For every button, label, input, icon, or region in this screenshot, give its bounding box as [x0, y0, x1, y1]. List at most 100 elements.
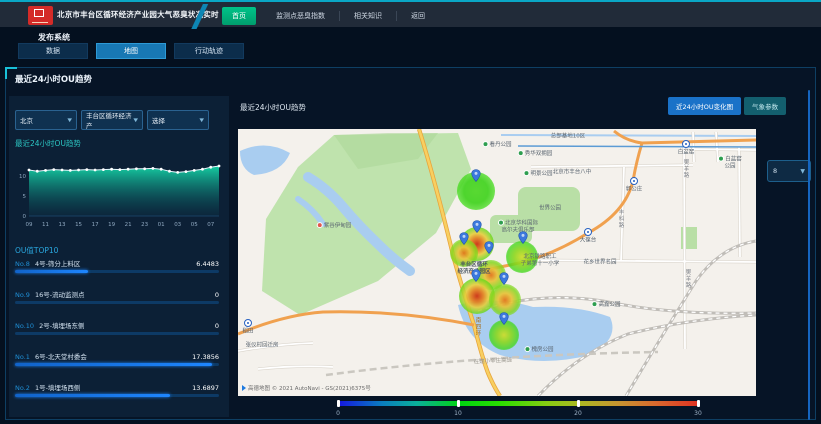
ou-value: 0: [215, 322, 219, 330]
main-panel: 最近24小时OU趋势 北京▼ 丰台区循环经济产▼ 选择▼ 最近24小时OU趋势 …: [5, 67, 816, 420]
nav-item-2[interactable]: 监测点恶臭指数: [264, 7, 337, 25]
metro-station-icon: [630, 177, 638, 185]
ou-value: 17.3856: [192, 353, 219, 361]
park-icon: [524, 346, 530, 352]
legend-tick-label: 20: [574, 410, 582, 417]
legend-tick: [697, 400, 700, 407]
legend-tick-label: 30: [694, 410, 702, 417]
map-label: 稻田: [242, 329, 253, 336]
ou-trend-line-chart: 0510091113151719212301030507: [13, 150, 225, 242]
tab-1[interactable]: 数据: [18, 43, 88, 59]
chevron-down-icon: ▼: [199, 117, 204, 123]
top10-row: No.102号-填埋场东侧0: [15, 320, 219, 346]
filter-row: 北京▼ 丰台区循环经济产▼ 选择▼: [15, 110, 209, 130]
top-nav-bar: 北京市丰台区循环经济产业园大气恶臭状况实时 首页监测点恶臭指数相关知识返回: [0, 0, 821, 27]
rank-label: No.9: [15, 291, 30, 299]
map-canvas[interactable]: 紫谷伊甸园看丹公园总部基地10区秀华双拥园明景公园世界公园北京市丰台八中郭公庄大…: [238, 129, 756, 396]
tab-2[interactable]: 地图: [96, 43, 166, 59]
svg-text:10: 10: [19, 174, 26, 180]
svg-text:15: 15: [75, 222, 82, 228]
rank-label: No.8: [15, 260, 30, 268]
metro-station-icon: [244, 319, 252, 327]
park-icon: [518, 150, 524, 156]
site-pin-marker[interactable]: [471, 267, 481, 286]
map-label: 高鑫公园: [591, 301, 620, 309]
map-button-1[interactable]: 近24小时OU变化图: [668, 97, 741, 115]
top10-row: No.21号-填埋场西侧13.6897: [15, 382, 219, 408]
trend-chart-title: 最近24小时OU趋势: [15, 138, 81, 149]
site-name: 2号-填埋场东侧: [39, 320, 215, 330]
map-label: 北京铁路职工 子弟第十一小学: [521, 254, 560, 268]
site-name: 16号-流动监测点: [35, 289, 215, 299]
map-label: 张仪村回迁房: [245, 343, 278, 350]
site-name: 4号-筛分上料区: [35, 258, 196, 268]
map-label: 看丹公园: [482, 141, 511, 149]
site-pin-marker[interactable]: [459, 230, 469, 249]
site-pin-marker[interactable]: [499, 310, 509, 329]
svg-text:03: 03: [174, 222, 181, 228]
tab-3[interactable]: 行动轨迹: [174, 43, 244, 59]
map-label: 大葆台: [580, 238, 597, 245]
bar-fill: [15, 270, 88, 273]
publish-system-label: 发布系统: [38, 32, 70, 43]
rank-label: No.1: [15, 353, 30, 361]
bar-fill: [15, 394, 170, 397]
heat-legend-gradient: [338, 401, 698, 406]
legend-tick-label: 0: [336, 410, 340, 417]
site-select[interactable]: 选择▼: [147, 110, 209, 130]
nav-separator: [396, 11, 397, 21]
map-label: 花乡世界名园: [583, 260, 616, 267]
chevron-down-icon: ▼: [67, 117, 72, 123]
ou-value: 13.6897: [192, 384, 219, 392]
park-icon: [498, 220, 504, 226]
site-pin-marker[interactable]: [518, 229, 528, 248]
metro-station-icon: [584, 228, 592, 236]
bar-track: [15, 301, 219, 304]
site-pin-marker[interactable]: [472, 218, 482, 237]
chevron-down-icon: ▼: [800, 168, 805, 175]
map-layer-select[interactable]: 8 ▼: [767, 160, 811, 182]
site-pin-marker[interactable]: [484, 239, 494, 258]
nav-item-3[interactable]: 相关知识: [342, 7, 394, 25]
metro-station-icon: [682, 140, 690, 148]
nav-separator: [339, 11, 340, 21]
svg-text:13: 13: [59, 222, 66, 228]
ou-value: 6.4483: [196, 260, 219, 268]
map-buttons: 近24小时OU变化图气象参数: [668, 97, 786, 115]
svg-text:09: 09: [26, 222, 33, 228]
region-select[interactable]: 北京▼: [15, 110, 77, 130]
legend-tick: [577, 400, 580, 407]
svg-text:17: 17: [92, 222, 99, 228]
map-label: 南四环: [474, 317, 481, 337]
map-button-2[interactable]: 气象参数: [744, 97, 786, 115]
legend-tick: [337, 400, 340, 407]
panel-title: 最近24小时OU趋势: [15, 73, 92, 85]
park-icon: [718, 156, 724, 162]
map-label: 白盆窑公园: [717, 156, 743, 171]
bar-track: [15, 332, 219, 335]
map-label: 北京市丰台八中: [553, 170, 592, 177]
nav-item-1[interactable]: 首页: [222, 7, 256, 25]
svg-text:11: 11: [42, 222, 49, 228]
park-select[interactable]: 丰台区循环经济产▼: [81, 110, 143, 130]
map-label: 樊羊路: [684, 269, 691, 289]
map-label: 槐房公园: [524, 346, 553, 354]
site-name: 6号-北天堂村委会: [35, 351, 192, 361]
map-label: 白盆窑: [678, 150, 695, 157]
top10-row: No.1 6号-北天堂村委会17.3856: [15, 351, 219, 377]
heat-legend: 0102030: [338, 401, 698, 406]
site-pin-marker[interactable]: [499, 270, 509, 289]
scrollbar[interactable]: [808, 90, 810, 420]
nav-items: 首页监测点恶臭指数相关知识返回: [222, 2, 437, 29]
park-icon: [523, 170, 529, 176]
site-pin-marker[interactable]: [471, 167, 481, 186]
scenic-icon: [317, 222, 323, 228]
ou-value: 0: [215, 291, 219, 299]
svg-text:5: 5: [23, 194, 27, 200]
app-logo-icon: [28, 6, 53, 25]
view-tabs: 数据地图行动轨迹: [18, 43, 244, 59]
top10-row: No.9 16号-流动监测点0: [15, 289, 219, 315]
left-filter-card: 北京▼ 丰台区循环经济产▼ 选择▼ 最近24小时OU趋势 0 5 10 09 11 13 1…: [9, 96, 229, 417]
nav-item-4[interactable]: 返回: [399, 7, 437, 25]
dashboard-root: 北京市丰台区循环经济产业园大气恶臭状况实时 首页监测点恶臭指数相关知识返回 发布…: [0, 0, 821, 424]
